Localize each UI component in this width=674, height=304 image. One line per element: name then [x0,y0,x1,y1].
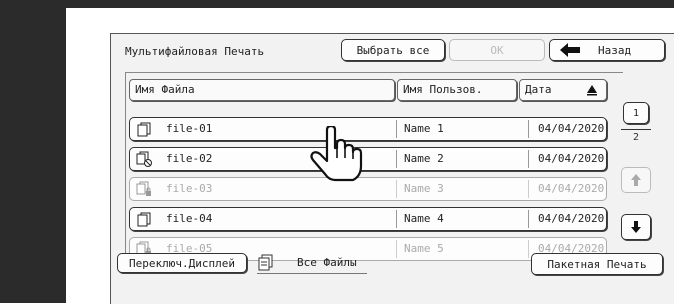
all-files-underline [257,273,367,274]
top-dark-bar [66,0,674,8]
page-divider [621,129,651,130]
column-divider [528,120,529,138]
column-divider [396,120,397,138]
file-date: 04/04/2020 [538,122,605,135]
select-all-label: Выбрать все [356,43,430,57]
left-dark-bar [0,0,66,303]
all-files-label: Все Файлы [297,256,357,269]
up-arrow-icon [631,174,641,186]
file-row-2[interactable]: file-02 Name 2 04/04/2020 [129,147,607,171]
file-name: file-03 [166,182,213,195]
file-name: file-04 [166,212,213,225]
column-divider [528,210,529,228]
file-user: Name 3 [404,182,444,195]
list-top-line [125,72,623,73]
date-header-label: Дата [525,83,552,96]
file-date: 04/04/2020 [538,152,605,165]
scroll-up-button[interactable] [621,167,651,193]
hand-pointer-icon [310,126,363,182]
down-arrow-icon [631,221,641,233]
file-name: file-02 [166,152,213,165]
file-row-1[interactable]: file-01 Name 1 04/04/2020 [129,117,607,141]
column-divider [528,240,529,258]
file-name: file-01 [166,122,213,135]
document-icon [137,122,151,137]
batch-print-label: Пакетная Печать [547,257,647,271]
select-all-button[interactable]: Выбрать все [341,39,445,61]
switch-display-button[interactable]: Переключ.Дисплей [117,253,247,273]
triangle-up-icon [587,85,597,96]
user-header-label: Имя Пользов. [403,83,483,96]
filename-header-label: Имя Файла [135,83,195,96]
column-header-filename[interactable]: Имя Файла [129,79,395,101]
batch-print-button[interactable]: Пакетная Печать [531,253,663,275]
file-row-4[interactable]: file-04 Name 4 04/04/2020 [129,207,607,231]
file-date: 04/04/2020 [538,212,605,225]
column-divider [396,150,397,168]
document-blocked-icon [136,151,152,167]
file-user: Name 5 [404,242,444,255]
back-label: Назад [598,43,632,57]
left-arrow-icon [560,43,580,57]
column-divider [396,210,397,228]
document-locked-icon [136,181,151,196]
back-button[interactable]: Назад [549,39,665,61]
total-pages: 2 [632,132,640,143]
column-header-user[interactable]: Имя Пользов. [397,79,517,101]
ok-label: ОК [490,43,504,57]
column-divider [528,150,529,168]
file-user: Name 4 [404,212,444,225]
file-user: Name 2 [404,152,444,165]
file-user: Name 1 [404,122,444,135]
file-row-3[interactable]: file-03 Name 3 04/04/2020 [129,177,607,201]
multifile-print-panel: Мультифайловая Печать Выбрать все ОК Наз… [110,33,674,304]
scroll-down-button[interactable] [621,214,651,240]
document-icon [137,212,151,227]
column-divider [396,240,397,258]
column-divider [396,180,397,198]
list-border [125,72,126,272]
panel-title: Мультифайловая Печать [125,45,265,58]
column-header-date[interactable]: Дата [519,79,607,101]
ok-button[interactable]: ОК [449,39,545,61]
column-divider [528,180,529,198]
page-number-button[interactable]: 1 [623,102,649,124]
current-page: 1 [632,107,640,119]
all-files-icon [258,254,273,271]
file-date: 04/04/2020 [538,182,605,195]
switch-display-label: Переключ.Дисплей [129,256,235,270]
